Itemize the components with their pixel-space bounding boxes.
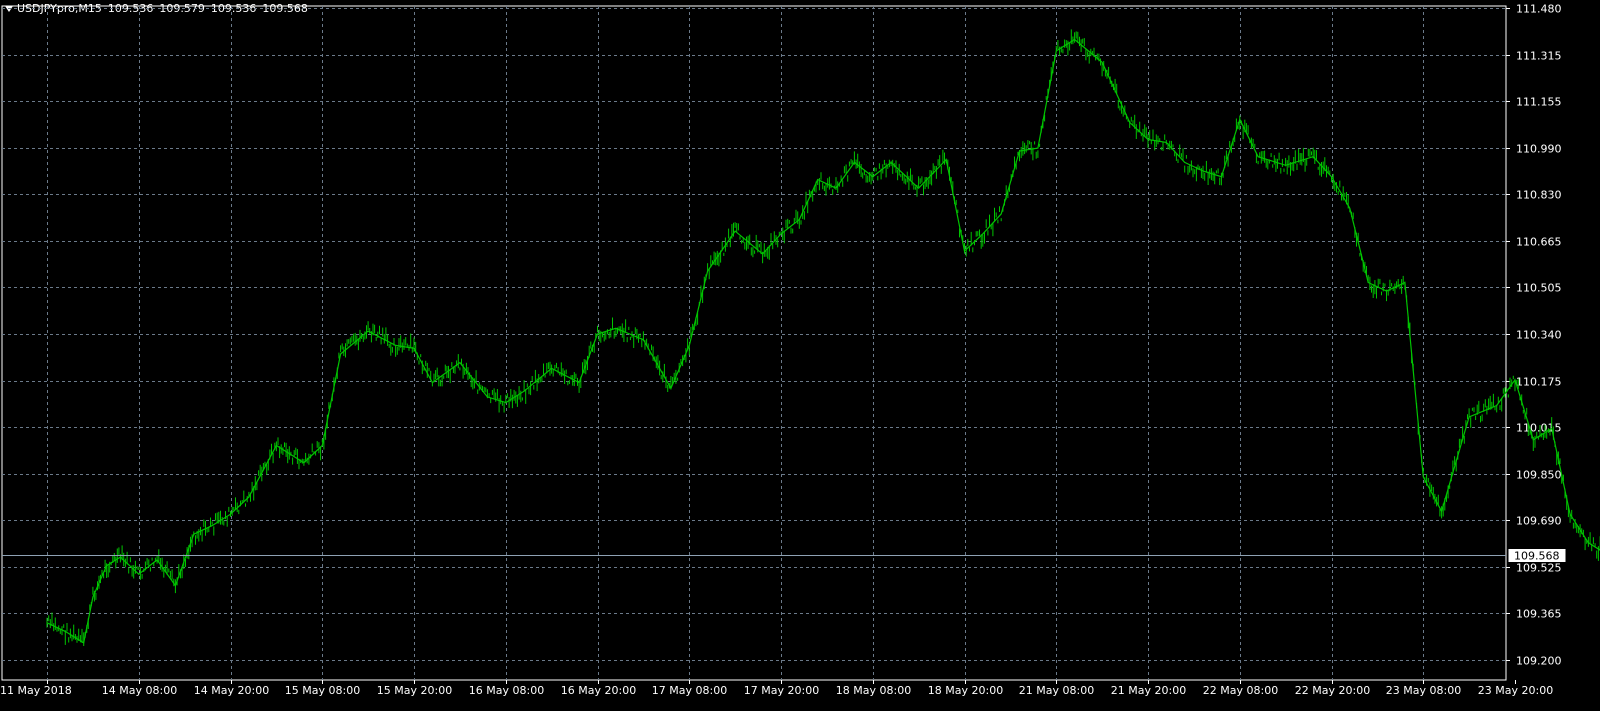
- x-tick-label: 23 May 08:00: [1386, 684, 1461, 697]
- y-tick-label: 109.690: [1516, 515, 1562, 528]
- x-tick-label: 14 May 08:00: [102, 684, 177, 697]
- y-tick-label: 111.315: [1516, 50, 1562, 63]
- y-tick-label: 110.990: [1516, 143, 1562, 156]
- x-tick-label: 22 May 20:00: [1295, 684, 1370, 697]
- x-tick-label: 21 May 20:00: [1111, 684, 1186, 697]
- x-tick-label: 16 May 08:00: [469, 684, 544, 697]
- y-tick-label: 110.340: [1516, 329, 1562, 342]
- x-tick-label: 23 May 20:00: [1478, 684, 1553, 697]
- x-tick-label: 18 May 20:00: [928, 684, 1003, 697]
- x-tick-label: 16 May 20:00: [561, 684, 636, 697]
- x-tick-label: 17 May 08:00: [652, 684, 727, 697]
- y-tick-label: 110.830: [1516, 189, 1562, 202]
- x-tick-label: 18 May 08:00: [836, 684, 911, 697]
- x-tick-label: 14 May 20:00: [194, 684, 269, 697]
- y-tick-label: 110.175: [1516, 376, 1562, 389]
- y-tick-label: 110.505: [1516, 282, 1562, 295]
- x-tick-label: 22 May 08:00: [1203, 684, 1278, 697]
- y-tick-label: 109.525: [1516, 562, 1562, 575]
- y-tick-label: 111.480: [1516, 3, 1562, 16]
- y-tick-label: 109.850: [1516, 469, 1562, 482]
- y-tick-label: 110.015: [1516, 422, 1562, 435]
- plot-frame: [1, 5, 1507, 681]
- price-series-line: [46, 38, 1600, 644]
- price-chart[interactable]: 111.480 111.315 111.155 110.990 110.830 110.6…: [0, 0, 1600, 711]
- x-tick-label: 21 May 08:00: [1019, 684, 1094, 697]
- current-price-label: 109.568: [1514, 550, 1560, 563]
- x-tick-label: 15 May 08:00: [285, 684, 360, 697]
- x-tick-label: 11 May 2018: [0, 684, 72, 697]
- x-tick-label: 15 May 20:00: [377, 684, 452, 697]
- x-tick-label: 17 May 20:00: [744, 684, 819, 697]
- y-tick-label: 110.665: [1516, 236, 1562, 249]
- y-tick-label: 109.200: [1516, 655, 1562, 668]
- y-tick-label: 111.155: [1516, 96, 1562, 109]
- price-series-bars: [46, 29, 1600, 646]
- y-tick-label: 109.365: [1516, 608, 1562, 621]
